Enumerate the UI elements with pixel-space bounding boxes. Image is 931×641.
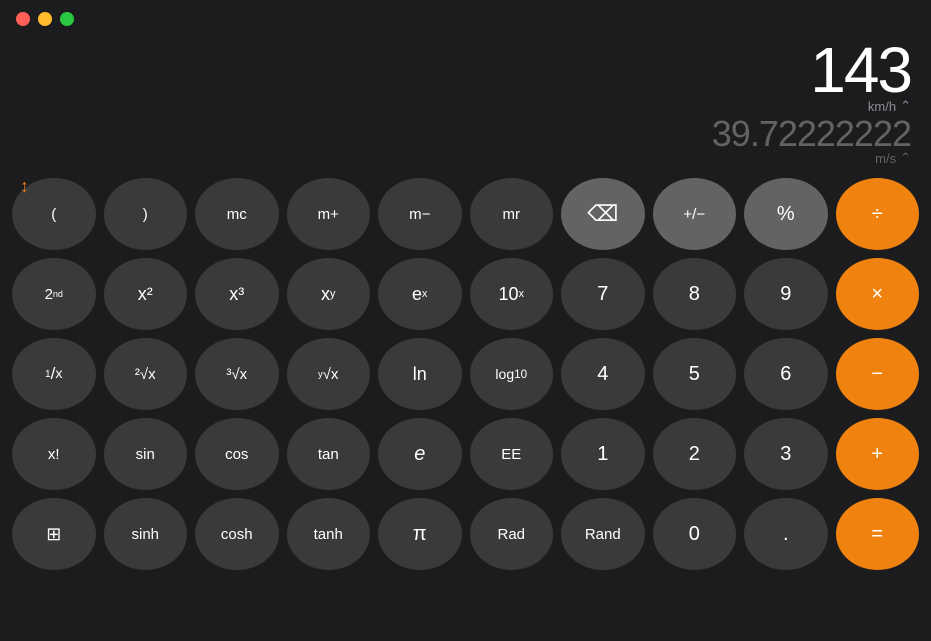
ee-button[interactable]: EE xyxy=(470,418,554,490)
keypad: ( ) mc m+ m− mr ⌫ +/− % ÷ 2nd x² x³ xy e… xyxy=(0,170,931,582)
rad-button[interactable]: Rad xyxy=(470,498,554,570)
converted-value: 39.72222222 xyxy=(712,116,911,152)
decimal-button[interactable]: . xyxy=(744,498,828,570)
m-plus-button[interactable]: m+ xyxy=(287,178,371,250)
main-unit-label: km/h xyxy=(868,99,896,114)
ln-button[interactable]: ln xyxy=(378,338,462,410)
percent-button[interactable]: % xyxy=(744,178,828,250)
add-button[interactable]: + xyxy=(836,418,920,490)
converted-unit-label: m/s xyxy=(875,151,896,166)
sort-icon[interactable]: ↕ xyxy=(20,176,29,197)
sinh-button[interactable]: sinh xyxy=(104,498,188,570)
plus-minus-button[interactable]: +/− xyxy=(653,178,737,250)
e-to-x-button[interactable]: ex xyxy=(378,258,462,330)
m-minus-button[interactable]: m− xyxy=(378,178,462,250)
sin-button[interactable]: sin xyxy=(104,418,188,490)
sqrty-button[interactable]: y√x xyxy=(287,338,371,410)
divide-button[interactable]: ÷ xyxy=(836,178,920,250)
display-area: ↕ 143 km/h ⌃ 39.72222222 m/s ⌃ xyxy=(0,38,931,170)
six-button[interactable]: 6 xyxy=(744,338,828,410)
close-button[interactable] xyxy=(16,12,30,26)
pi-button[interactable]: π xyxy=(378,498,462,570)
title-bar xyxy=(0,0,931,38)
seven-button[interactable]: 7 xyxy=(561,258,645,330)
maximize-button[interactable] xyxy=(60,12,74,26)
x-cubed-button[interactable]: x³ xyxy=(195,258,279,330)
converted-display-row: 39.72222222 xyxy=(20,116,911,152)
tan-button[interactable]: tan xyxy=(287,418,371,490)
rand-button[interactable]: Rand xyxy=(561,498,645,570)
tanh-button[interactable]: tanh xyxy=(287,498,371,570)
five-button[interactable]: 5 xyxy=(653,338,737,410)
eight-button[interactable]: 8 xyxy=(653,258,737,330)
second-button[interactable]: 2nd xyxy=(12,258,96,330)
main-unit-selector[interactable]: ⌃ xyxy=(900,98,911,114)
one-button[interactable]: 1 xyxy=(561,418,645,490)
grid-button[interactable]: ⊞ xyxy=(12,498,96,570)
ten-to-x-button[interactable]: 10x xyxy=(470,258,554,330)
subtract-button[interactable]: − xyxy=(836,338,920,410)
multiply-button[interactable]: × xyxy=(836,258,920,330)
sqrt3-button[interactable]: ³√x xyxy=(195,338,279,410)
minimize-button[interactable] xyxy=(38,12,52,26)
two-button[interactable]: 2 xyxy=(653,418,737,490)
factorial-button[interactable]: x! xyxy=(12,418,96,490)
close-paren-button[interactable]: ) xyxy=(104,178,188,250)
mr-button[interactable]: mr xyxy=(470,178,554,250)
four-button[interactable]: 4 xyxy=(561,338,645,410)
sqrt2-button[interactable]: ²√x xyxy=(104,338,188,410)
log10-button[interactable]: log10 xyxy=(470,338,554,410)
main-display-row: 143 xyxy=(20,38,911,102)
cosh-button[interactable]: cosh xyxy=(195,498,279,570)
backspace-button[interactable]: ⌫ xyxy=(561,178,645,250)
zero-button[interactable]: 0 xyxy=(653,498,737,570)
nine-button[interactable]: 9 xyxy=(744,258,828,330)
three-button[interactable]: 3 xyxy=(744,418,828,490)
x-to-y-button[interactable]: xy xyxy=(287,258,371,330)
one-over-x-button[interactable]: 1/x xyxy=(12,338,96,410)
cos-button[interactable]: cos xyxy=(195,418,279,490)
equals-button[interactable]: = xyxy=(836,498,920,570)
converted-unit-selector[interactable]: ⌃ xyxy=(900,150,911,166)
mc-button[interactable]: mc xyxy=(195,178,279,250)
euler-button[interactable]: e xyxy=(378,418,462,490)
x-squared-button[interactable]: x² xyxy=(104,258,188,330)
main-value: 143 xyxy=(810,38,911,102)
